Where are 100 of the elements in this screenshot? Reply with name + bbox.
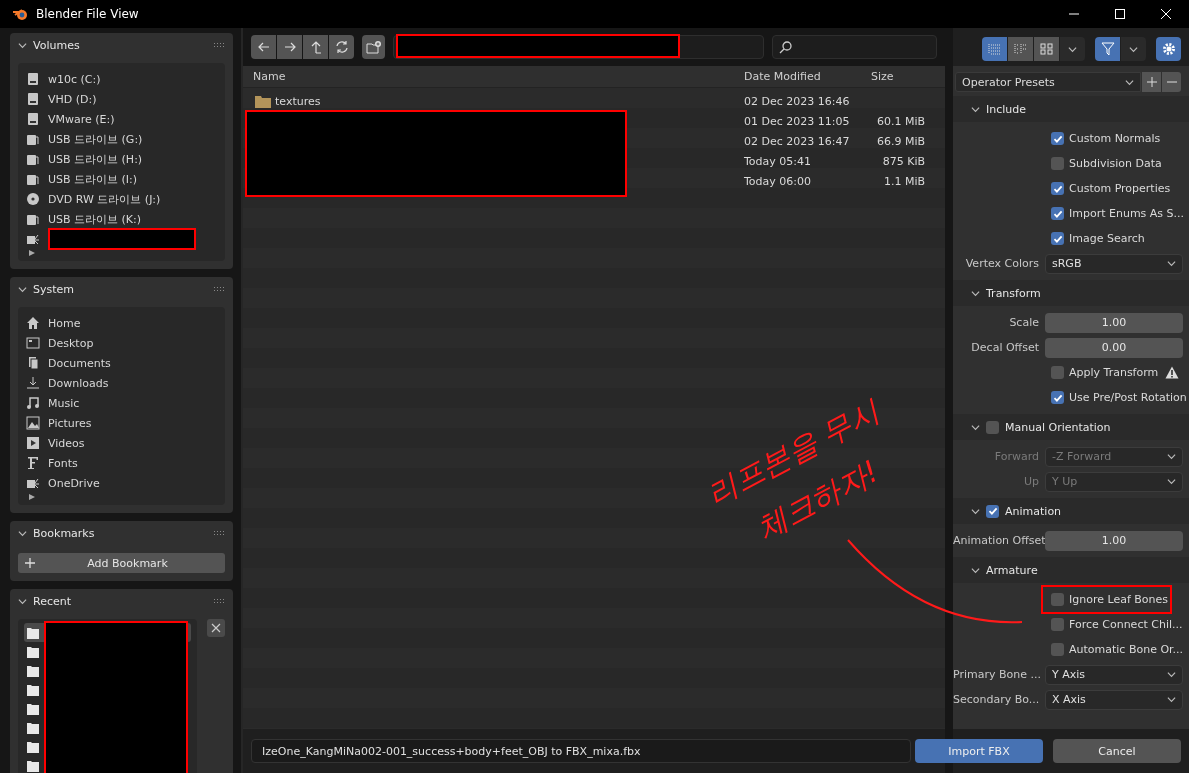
parent-directory-button[interactable]	[303, 35, 328, 59]
dropdown[interactable]: sRGB	[1045, 253, 1183, 274]
number-field[interactable]: 1.00	[1045, 312, 1183, 333]
checkbox[interactable]	[986, 420, 999, 434]
refresh-button[interactable]	[329, 35, 354, 59]
date-cell: 02 Dec 2023 16:46	[744, 94, 850, 108]
sidebar-item[interactable]: USB 드라이브 (K:)	[48, 211, 142, 227]
checkbox[interactable]	[1051, 232, 1064, 245]
close-icon	[211, 623, 221, 633]
import-button[interactable]: Import FBX	[915, 739, 1043, 763]
remove-preset-button[interactable]	[1162, 72, 1181, 92]
dropdown[interactable]: Y Axis	[1045, 664, 1183, 685]
panel-title[interactable]: Recent	[33, 594, 72, 608]
back-button[interactable]	[251, 35, 276, 59]
section-title[interactable]: Armature	[986, 563, 1038, 577]
expand-arrow-icon[interactable]	[28, 249, 36, 257]
chevron-icon	[1167, 452, 1176, 461]
column-header[interactable]: Date Modified	[740, 70, 865, 83]
sidebar-item[interactable]: VMware (E:)	[48, 112, 115, 126]
checkbox-label[interactable]: Image Search	[1069, 232, 1145, 245]
date-cell: 02 Dec 2023 16:47	[744, 134, 850, 148]
checkbox[interactable]	[1051, 207, 1064, 220]
checkbox[interactable]	[986, 504, 999, 518]
usb-drive-icon	[26, 172, 40, 186]
documents-icon	[26, 356, 40, 370]
checkbox-label[interactable]: Subdivision Data	[1069, 157, 1162, 170]
column-header[interactable]: Size	[865, 70, 935, 83]
close-button[interactable]	[207, 619, 225, 637]
filter-button[interactable]	[1095, 37, 1120, 61]
section-title[interactable]: Transform	[986, 286, 1041, 300]
search-field[interactable]	[771, 35, 937, 59]
sidebar-item[interactable]: Desktop	[48, 336, 94, 350]
chevron-icon	[18, 596, 27, 606]
panel-title[interactable]: System	[33, 282, 75, 296]
usb-drive-icon	[26, 212, 40, 226]
section-title[interactable]: Animation	[1005, 504, 1062, 518]
sidebar-item[interactable]: Home	[48, 316, 81, 330]
columns-icon	[1013, 43, 1028, 55]
checkbox[interactable]	[1051, 366, 1064, 379]
presets-dropdown[interactable]: Operator Presets	[955, 72, 1141, 92]
sidebar-item[interactable]: Downloads	[48, 376, 109, 390]
chevron-icon	[971, 288, 980, 298]
checkbox-label[interactable]: Import Enums As S...	[1069, 207, 1185, 220]
sidebar-item[interactable]: VHD (D:)	[48, 92, 97, 106]
checkbox-label[interactable]: Custom Properties	[1069, 182, 1171, 195]
checkbox[interactable]	[1051, 391, 1064, 404]
add-bookmark-button[interactable]: Add Bookmark	[18, 553, 225, 573]
path-field[interactable]	[393, 35, 764, 59]
forward-button[interactable]	[277, 35, 302, 59]
checkbox[interactable]	[1051, 132, 1064, 145]
sidebar-item[interactable]: Videos	[48, 436, 85, 450]
settings-button[interactable]	[1156, 37, 1181, 61]
sidebar-item[interactable]: DVD RW 드라이브 (J:)	[48, 191, 161, 207]
checkbox-label[interactable]: Automatic Bone Or...	[1069, 643, 1184, 656]
sidebar-item[interactable]: Documents	[48, 356, 111, 370]
panel-title[interactable]: Bookmarks	[33, 526, 95, 540]
column-view-button[interactable]	[1008, 37, 1033, 61]
checkbox-label[interactable]: Use Pre/Post Rotation	[1069, 391, 1187, 404]
panel-title[interactable]: Volumes	[33, 38, 80, 52]
cancel-button[interactable]: Cancel	[1053, 739, 1181, 763]
sidebar-item[interactable]: USB 드라이브 (I:)	[48, 171, 138, 187]
file-name[interactable]: textures	[275, 94, 321, 108]
sidebar-item[interactable]: OneDrive	[48, 476, 100, 490]
sidebar-item[interactable]: USB 드라이브 (H:)	[48, 151, 143, 167]
checkbox[interactable]	[1051, 157, 1064, 170]
checkbox-label[interactable]: Apply Transform	[1069, 366, 1159, 379]
filename-field[interactable]: IzeOne_KangMiNa002-001_success+body+feet_OBJ to FBX_mixa.fbx	[251, 739, 911, 763]
checkbox[interactable]	[1051, 643, 1064, 656]
sidebar-item[interactable]: w10c (C:)	[48, 72, 101, 86]
checkmark-icon	[1052, 133, 1063, 144]
field-label: Animation Offset	[953, 534, 1045, 547]
number-field[interactable]: 0.00	[1045, 337, 1183, 358]
checkbox[interactable]	[1051, 618, 1064, 631]
field-label: Up	[1022, 475, 1040, 488]
dropdown-button[interactable]	[1121, 37, 1146, 61]
number-field[interactable]: 1.00	[1045, 530, 1183, 551]
checkbox[interactable]	[1051, 182, 1064, 195]
checkmark-icon	[1052, 183, 1063, 194]
list-view-button[interactable]	[982, 37, 1007, 61]
field-label: Forward	[993, 450, 1040, 463]
desktop-icon	[26, 336, 40, 350]
add-preset-button[interactable]	[1142, 72, 1161, 92]
sidebar-item[interactable]: USB 드라이브 (G:)	[48, 131, 143, 147]
chevron-icon	[971, 104, 980, 114]
new-folder-button[interactable]	[362, 35, 386, 59]
dropdown[interactable]: X Axis	[1045, 689, 1183, 710]
dropdown-button[interactable]	[1060, 37, 1085, 61]
checkbox-label[interactable]: Custom Normals	[1069, 132, 1161, 145]
usb-drive-icon	[26, 132, 40, 146]
column-header[interactable]: Name	[243, 70, 740, 83]
checkbox-label[interactable]: Force Connect Chil...	[1069, 618, 1183, 631]
sidebar-item[interactable]: Pictures	[48, 416, 92, 430]
sidebar-item[interactable]: Fonts	[48, 456, 78, 470]
expand-arrow-icon[interactable]	[28, 493, 36, 501]
thumbnail-view-button[interactable]	[1034, 37, 1059, 61]
checkbox-label[interactable]: Ignore Leaf Bones	[1069, 593, 1169, 606]
date-cell: 01 Dec 2023 11:05	[744, 114, 850, 128]
checkbox[interactable]	[1051, 593, 1064, 606]
section-title[interactable]: Include	[986, 102, 1027, 116]
sidebar-item[interactable]: Music	[48, 396, 80, 410]
